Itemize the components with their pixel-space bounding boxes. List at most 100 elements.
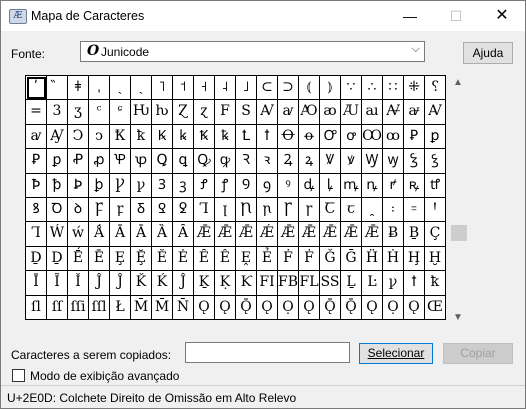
character-cell[interactable]: ʹ bbox=[26, 76, 47, 101]
vertical-scrollbar[interactable]: ▲ ▼ bbox=[449, 75, 469, 325]
character-cell[interactable]: Ȃ bbox=[173, 222, 194, 247]
character-cell[interactable]: ꝛ bbox=[257, 149, 278, 174]
character-cell[interactable]: Ǭ bbox=[341, 295, 362, 320]
character-cell[interactable]: Ꜹ bbox=[257, 100, 278, 125]
character-cell[interactable]: ſſi bbox=[68, 295, 89, 320]
character-cell[interactable]: Ꝝ bbox=[278, 149, 299, 174]
character-cell[interactable]: ꝃ bbox=[173, 124, 194, 150]
character-cell[interactable]: ꝉ bbox=[404, 271, 425, 296]
character-cell[interactable]: ꝏ bbox=[383, 124, 404, 150]
character-cell[interactable]: Ā bbox=[110, 222, 131, 247]
character-cell[interactable]: Ḏ bbox=[26, 246, 47, 272]
minimize-button[interactable]: — bbox=[387, 1, 433, 31]
advanced-view-label[interactable]: Modo de exibição avançado bbox=[30, 369, 179, 383]
character-cell[interactable]: Ŀ bbox=[362, 271, 383, 296]
character-cell[interactable]: Ǫ bbox=[362, 295, 383, 320]
character-cell[interactable]: Œ bbox=[425, 295, 446, 320]
character-cell[interactable]: Ꞃ bbox=[236, 197, 257, 223]
character-cell[interactable]: ꝅ bbox=[215, 124, 236, 150]
character-cell[interactable]: ꝺ bbox=[68, 197, 89, 223]
character-cell[interactable]: M̄ bbox=[131, 295, 152, 320]
character-cell[interactable]: ꝰ bbox=[278, 173, 299, 198]
character-cell[interactable]: ꝙ bbox=[215, 149, 236, 174]
character-cell[interactable]: Ĕ bbox=[152, 246, 173, 272]
character-cell[interactable]: FB bbox=[278, 271, 299, 296]
character-cell[interactable]: Ĵ bbox=[89, 271, 110, 296]
character-cell[interactable]: Ꝩ bbox=[110, 173, 131, 198]
character-cell[interactable]: ꜻ bbox=[404, 100, 425, 125]
character-cell[interactable]: ꝟ bbox=[341, 149, 362, 174]
character-cell[interactable]: Ḏ bbox=[47, 246, 68, 272]
character-cell[interactable]: ꝭ bbox=[215, 173, 236, 198]
character-cell[interactable]: Ꝙ bbox=[194, 149, 215, 174]
character-cell[interactable]: Ɀ bbox=[173, 100, 194, 125]
character-cell[interactable]: ꞉ bbox=[383, 197, 404, 223]
character-cell[interactable]: ꝸ bbox=[26, 197, 47, 223]
character-cell[interactable]: ꝍ bbox=[341, 124, 362, 150]
character-cell[interactable]: ⦅ bbox=[299, 76, 320, 101]
character-cell[interactable]: ⸮ bbox=[425, 76, 446, 101]
character-cell[interactable]: Ĵ bbox=[173, 271, 194, 296]
character-cell[interactable]: Ḟ bbox=[278, 246, 299, 272]
select-button[interactable]: Selecionar bbox=[359, 343, 433, 364]
character-cell[interactable]: Ǣ bbox=[362, 222, 383, 247]
character-cell[interactable]: Ẃ bbox=[47, 222, 68, 247]
character-cell[interactable]: ꝩ bbox=[131, 173, 152, 198]
character-cell[interactable]: Ǻ bbox=[89, 222, 110, 247]
character-cell[interactable]: ꝣ bbox=[425, 149, 446, 174]
character-cell[interactable]: ꝶ bbox=[404, 173, 425, 198]
character-cell[interactable]: Ḻ bbox=[341, 271, 362, 296]
character-cell[interactable]: Ꝿ bbox=[152, 197, 173, 223]
character-cell[interactable]: Ḳ bbox=[215, 271, 236, 296]
characters-to-copy-input[interactable] bbox=[185, 342, 350, 363]
character-cell[interactable]: ˎ bbox=[110, 76, 131, 101]
character-cell[interactable]: Ꝑ bbox=[404, 124, 425, 150]
character-cell[interactable]: ꝿ bbox=[173, 197, 194, 223]
character-cell[interactable]: Ꜹ bbox=[425, 100, 446, 125]
character-cell[interactable]: ꝼ bbox=[110, 197, 131, 223]
character-cell[interactable]: Ꞌ bbox=[425, 197, 446, 223]
character-cell[interactable]: Ḇ bbox=[404, 222, 425, 247]
character-cell[interactable]: Ꝣ bbox=[404, 149, 425, 174]
character-cell[interactable]: Ī bbox=[26, 271, 47, 296]
character-cell[interactable]: ᶜ bbox=[89, 100, 110, 125]
character-cell[interactable]: ǂ bbox=[68, 76, 89, 101]
character-cell[interactable]: ꝓ bbox=[89, 149, 110, 174]
character-cell[interactable]: Ǣ bbox=[341, 222, 362, 247]
character-cell[interactable]: Ꞅ bbox=[278, 197, 299, 223]
character-cell[interactable]: ẃ bbox=[68, 222, 89, 247]
character-cell[interactable]: Ꝓ bbox=[68, 149, 89, 174]
character-cell[interactable]: Ꝟ bbox=[320, 149, 341, 174]
character-cell[interactable]: Ê bbox=[215, 246, 236, 272]
character-cell[interactable]: Ƕ bbox=[131, 100, 152, 125]
character-cell[interactable]: Ǫ bbox=[404, 295, 425, 320]
title-bar[interactable]: Æ Mapa de Caracteres — ☐ ✕ bbox=[1, 1, 525, 31]
character-cell[interactable]: Ḡ bbox=[341, 246, 362, 272]
character-cell[interactable]: ꝩ bbox=[383, 271, 404, 296]
character-cell[interactable]: Ꜻ bbox=[383, 100, 404, 125]
character-cell[interactable]: ⊂ bbox=[257, 76, 278, 101]
character-cell[interactable]: ꝧ bbox=[89, 173, 110, 198]
character-cell[interactable]: Ḩ bbox=[404, 246, 425, 272]
character-cell[interactable]: Ǭ bbox=[236, 295, 257, 320]
character-cell[interactable]: Ǽ bbox=[257, 222, 278, 247]
character-cell[interactable]: Ꝑ bbox=[26, 149, 47, 174]
character-cell[interactable]: ꜹ bbox=[26, 124, 47, 150]
character-cell[interactable]: Ꝃ bbox=[152, 124, 173, 150]
character-cell[interactable]: ſſl bbox=[89, 295, 110, 320]
scrollbar-thumb[interactable] bbox=[451, 225, 467, 241]
character-cell[interactable]: Ā bbox=[131, 222, 152, 247]
character-cell[interactable]: Ꝋ bbox=[278, 124, 299, 150]
character-cell[interactable]: Ǩ bbox=[131, 271, 152, 296]
character-cell[interactable]: Ǫ bbox=[215, 295, 236, 320]
character-cell[interactable]: Ł bbox=[110, 295, 131, 320]
character-cell[interactable]: ꞅ bbox=[299, 197, 320, 223]
character-cell[interactable]: Ǣ bbox=[215, 222, 236, 247]
character-cell[interactable]: Ǭ bbox=[320, 295, 341, 320]
character-cell[interactable]: ɀ bbox=[194, 100, 215, 125]
character-cell[interactable]: Ꞇ bbox=[320, 197, 341, 223]
character-cell[interactable]: Ḫ bbox=[425, 246, 446, 272]
character-cell[interactable]: Ↄ bbox=[68, 124, 89, 150]
character-cell[interactable]: Ꝫ bbox=[152, 173, 173, 198]
character-cell[interactable]: Ꜽ bbox=[47, 124, 68, 150]
